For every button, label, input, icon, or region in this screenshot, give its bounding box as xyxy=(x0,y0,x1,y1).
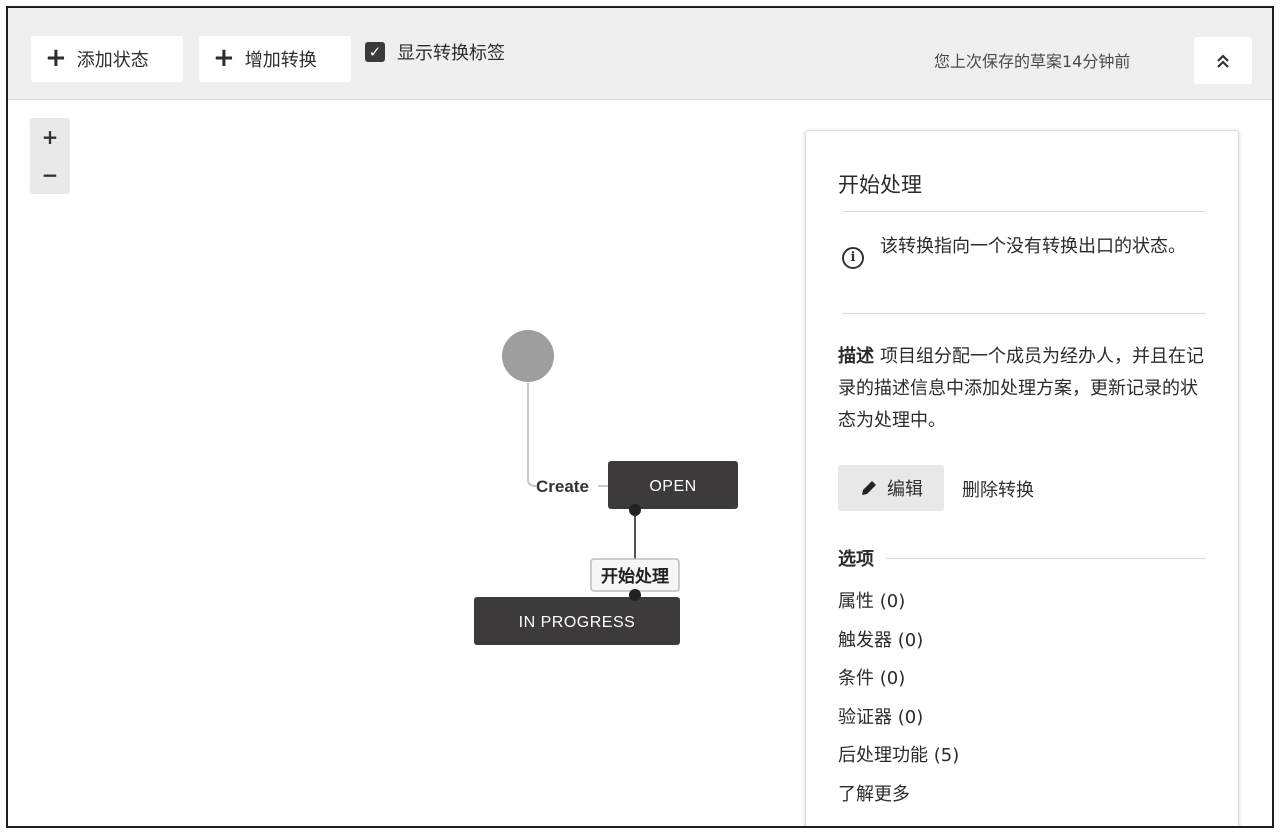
divider xyxy=(842,211,1206,212)
zoom-controls: + − xyxy=(30,118,70,194)
delete-transition-link[interactable]: 删除转换 xyxy=(962,476,1034,502)
double-chevron-up-icon xyxy=(1217,53,1229,68)
info-icon: i xyxy=(842,247,864,269)
option-conditions[interactable]: 条件 (0) xyxy=(838,664,959,703)
options-divider xyxy=(886,558,1206,559)
transition-details-panel: 开始处理 i 该转换指向一个没有转换出口的状态。 描述 项目组分配一个成员为经办人… xyxy=(805,130,1239,826)
option-post-functions[interactable]: 后处理功能 (5) xyxy=(838,741,959,780)
zoom-out-button[interactable]: − xyxy=(30,156,70,194)
plus-icon: + xyxy=(45,42,67,73)
option-triggers[interactable]: 触发器 (0) xyxy=(838,626,959,665)
divider xyxy=(842,313,1206,314)
saved-status: 您上次保存的草案14分钟前 xyxy=(934,52,1131,71)
state-open-label: OPEN xyxy=(649,478,696,495)
options-list: 属性 (0) 触发器 (0) 条件 (0) 验证器 (0) 后处理功能 (5) … xyxy=(838,587,959,818)
toolbar: + 添加状态 + 增加转换 ✓ 显示转换标签 您上次保存的草案14分钟前 xyxy=(8,8,1272,100)
create-transition-label[interactable]: Create xyxy=(536,477,589,496)
show-labels-label: 显示转换标签 xyxy=(397,43,505,64)
transition-label: 开始处理 xyxy=(601,566,669,587)
add-state-button[interactable]: + 添加状态 xyxy=(31,36,183,82)
option-properties[interactable]: 属性 (0) xyxy=(838,587,959,626)
start-node[interactable] xyxy=(502,330,554,382)
add-state-label: 添加状态 xyxy=(76,50,149,71)
collapse-button[interactable] xyxy=(1194,37,1252,84)
add-transition-button[interactable]: + 增加转换 xyxy=(199,36,351,82)
add-transition-label: 增加转换 xyxy=(244,50,317,71)
state-in-progress-label: IN PROGRESS xyxy=(519,614,636,631)
learn-more-link[interactable]: 了解更多 xyxy=(838,780,959,819)
zoom-in-button[interactable]: + xyxy=(30,118,70,156)
edit-label: 编辑 xyxy=(887,479,923,500)
plus-icon: + xyxy=(213,42,235,73)
checkbox-checked-icon[interactable]: ✓ xyxy=(365,42,385,62)
description-label: 描述 xyxy=(838,346,874,367)
transition-end-dot xyxy=(629,589,641,601)
top-strip xyxy=(0,0,1280,5)
info-message: 该转换指向一个没有转换出口的状态。 xyxy=(880,236,1186,257)
options-heading: 选项 xyxy=(838,549,874,570)
workflow-editor: Create OPEN IN PROGRESS 开始处理 + 添加状态 + 增加… xyxy=(6,6,1274,828)
option-validators[interactable]: 验证器 (0) xyxy=(838,703,959,742)
description-text: 项目组分配一个成员为经办人，并且在记录的描述信息中添加处理方案，更新记录的状态为… xyxy=(838,346,1204,431)
show-labels-toggle[interactable]: ✓ 显示转换标签 xyxy=(365,39,505,65)
transition-start-dot xyxy=(629,504,641,516)
create-connector xyxy=(527,479,537,487)
panel-title: 开始处理 xyxy=(838,173,922,197)
description: 描述 项目组分配一个成员为经办人，并且在记录的描述信息中添加处理方案，更新记录的状… xyxy=(838,341,1204,437)
pencil-icon xyxy=(862,481,876,495)
edit-button[interactable]: 编辑 xyxy=(838,465,944,511)
